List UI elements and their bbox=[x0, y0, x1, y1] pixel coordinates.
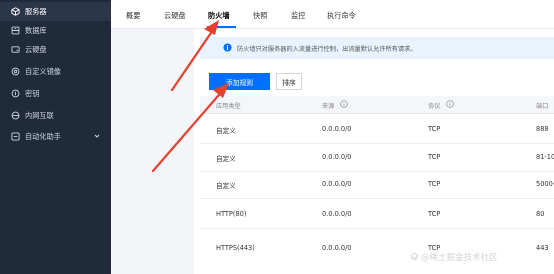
tab-firewall[interactable]: 防火墙 bbox=[208, 11, 230, 21]
sidebar-item-label: 服务器 bbox=[25, 6, 47, 16]
tab-run-command[interactable]: 执行命令 bbox=[327, 11, 356, 21]
sidebar-item-label: 内网互联 bbox=[25, 110, 54, 120]
cell-port: 888 bbox=[536, 125, 549, 133]
column-header-protocol: 协议 bbox=[428, 103, 441, 110]
tab-snapshot[interactable]: 快照 bbox=[253, 11, 267, 21]
cell-app-type: 自定义 bbox=[216, 155, 236, 163]
cell-port: 5000- bbox=[536, 180, 554, 188]
cell-protocol: TCP bbox=[428, 180, 441, 188]
key-icon bbox=[11, 89, 20, 98]
sidebar: 服务器 数据库 云硬盘 自定义镜像 密钥 内网互联 自动化助手 bbox=[0, 0, 111, 274]
row-divider bbox=[200, 171, 554, 172]
sidebar-item-custom-image[interactable]: 自定义镜像 bbox=[0, 62, 111, 81]
column-header-port: 端口 bbox=[536, 103, 549, 110]
sidebar-item-servers[interactable]: 服务器 bbox=[0, 2, 111, 21]
sidebar-item-automation[interactable]: 自动化助手 bbox=[0, 127, 111, 146]
column-header-app-type: 应用类型 bbox=[216, 103, 241, 110]
cell-protocol: TCP bbox=[428, 153, 441, 161]
sidebar-item-label: 自动化助手 bbox=[25, 131, 61, 141]
tab-cloud-disk[interactable]: 云硬盘 bbox=[164, 11, 186, 21]
cell-source: 0.0.0.0/0 bbox=[322, 180, 352, 188]
cell-app-type: HTTP(80) bbox=[216, 210, 247, 218]
tab-monitoring[interactable]: 监控 bbox=[291, 11, 305, 21]
active-tab-indicator bbox=[207, 26, 236, 28]
cell-port: 80 bbox=[536, 210, 545, 218]
cell-source: 0.0.0.0/0 bbox=[322, 244, 352, 252]
tab-overview[interactable]: 概要 bbox=[126, 11, 140, 21]
cell-protocol: TCP bbox=[428, 125, 441, 133]
cell-app-type: 自定义 bbox=[216, 182, 236, 190]
cell-source: 0.0.0.0/0 bbox=[322, 210, 352, 218]
sidebar-item-label: 云硬盘 bbox=[25, 44, 47, 54]
watermark: @稀土掘金技术社区 bbox=[421, 253, 498, 263]
automation-icon bbox=[11, 132, 20, 141]
cell-app-type: HTTPS(443) bbox=[216, 244, 255, 252]
sidebar-item-label: 密钥 bbox=[25, 88, 40, 98]
info-icon bbox=[223, 43, 232, 52]
sidebar-item-intranet[interactable]: 内网互联 bbox=[0, 106, 111, 125]
row-divider bbox=[200, 198, 554, 199]
add-rule-button[interactable]: 添加规则 bbox=[209, 73, 270, 90]
disk-icon bbox=[11, 46, 20, 53]
column-header-source: 来源 bbox=[322, 103, 335, 110]
row-divider bbox=[200, 143, 554, 144]
database-icon bbox=[11, 26, 20, 35]
image-icon bbox=[11, 67, 20, 76]
network-icon bbox=[11, 111, 20, 120]
help-icon[interactable] bbox=[340, 100, 348, 108]
sidebar-item-label: 自定义镜像 bbox=[25, 66, 61, 76]
sidebar-item-label: 数据库 bbox=[25, 25, 47, 35]
sort-button[interactable]: 排序 bbox=[276, 73, 302, 90]
chevron-down-icon[interactable] bbox=[94, 133, 100, 139]
cell-source: 0.0.0.0/0 bbox=[322, 125, 352, 133]
table-header bbox=[200, 96, 554, 114]
cell-port: 443 bbox=[536, 244, 549, 252]
sidebar-item-database[interactable]: 数据库 bbox=[0, 21, 111, 40]
cell-protocol: TCP bbox=[428, 210, 441, 218]
row-divider bbox=[200, 228, 554, 229]
help-icon[interactable] bbox=[446, 100, 454, 108]
sidebar-item-cloud-disk[interactable]: 云硬盘 bbox=[0, 40, 111, 59]
cube-icon bbox=[11, 7, 20, 16]
firewall-panel bbox=[194, 29, 554, 274]
sidebar-item-keys[interactable]: 密钥 bbox=[0, 84, 111, 103]
cell-port: 81-10 bbox=[536, 153, 554, 161]
juejin-logo-icon bbox=[410, 252, 419, 261]
notice-text: 防火墙只对服务器的入流量进行控制，出流量默认允许所有请求。 bbox=[237, 46, 417, 53]
cell-source: 0.0.0.0/0 bbox=[322, 153, 352, 161]
cell-app-type: 自定义 bbox=[216, 127, 236, 135]
